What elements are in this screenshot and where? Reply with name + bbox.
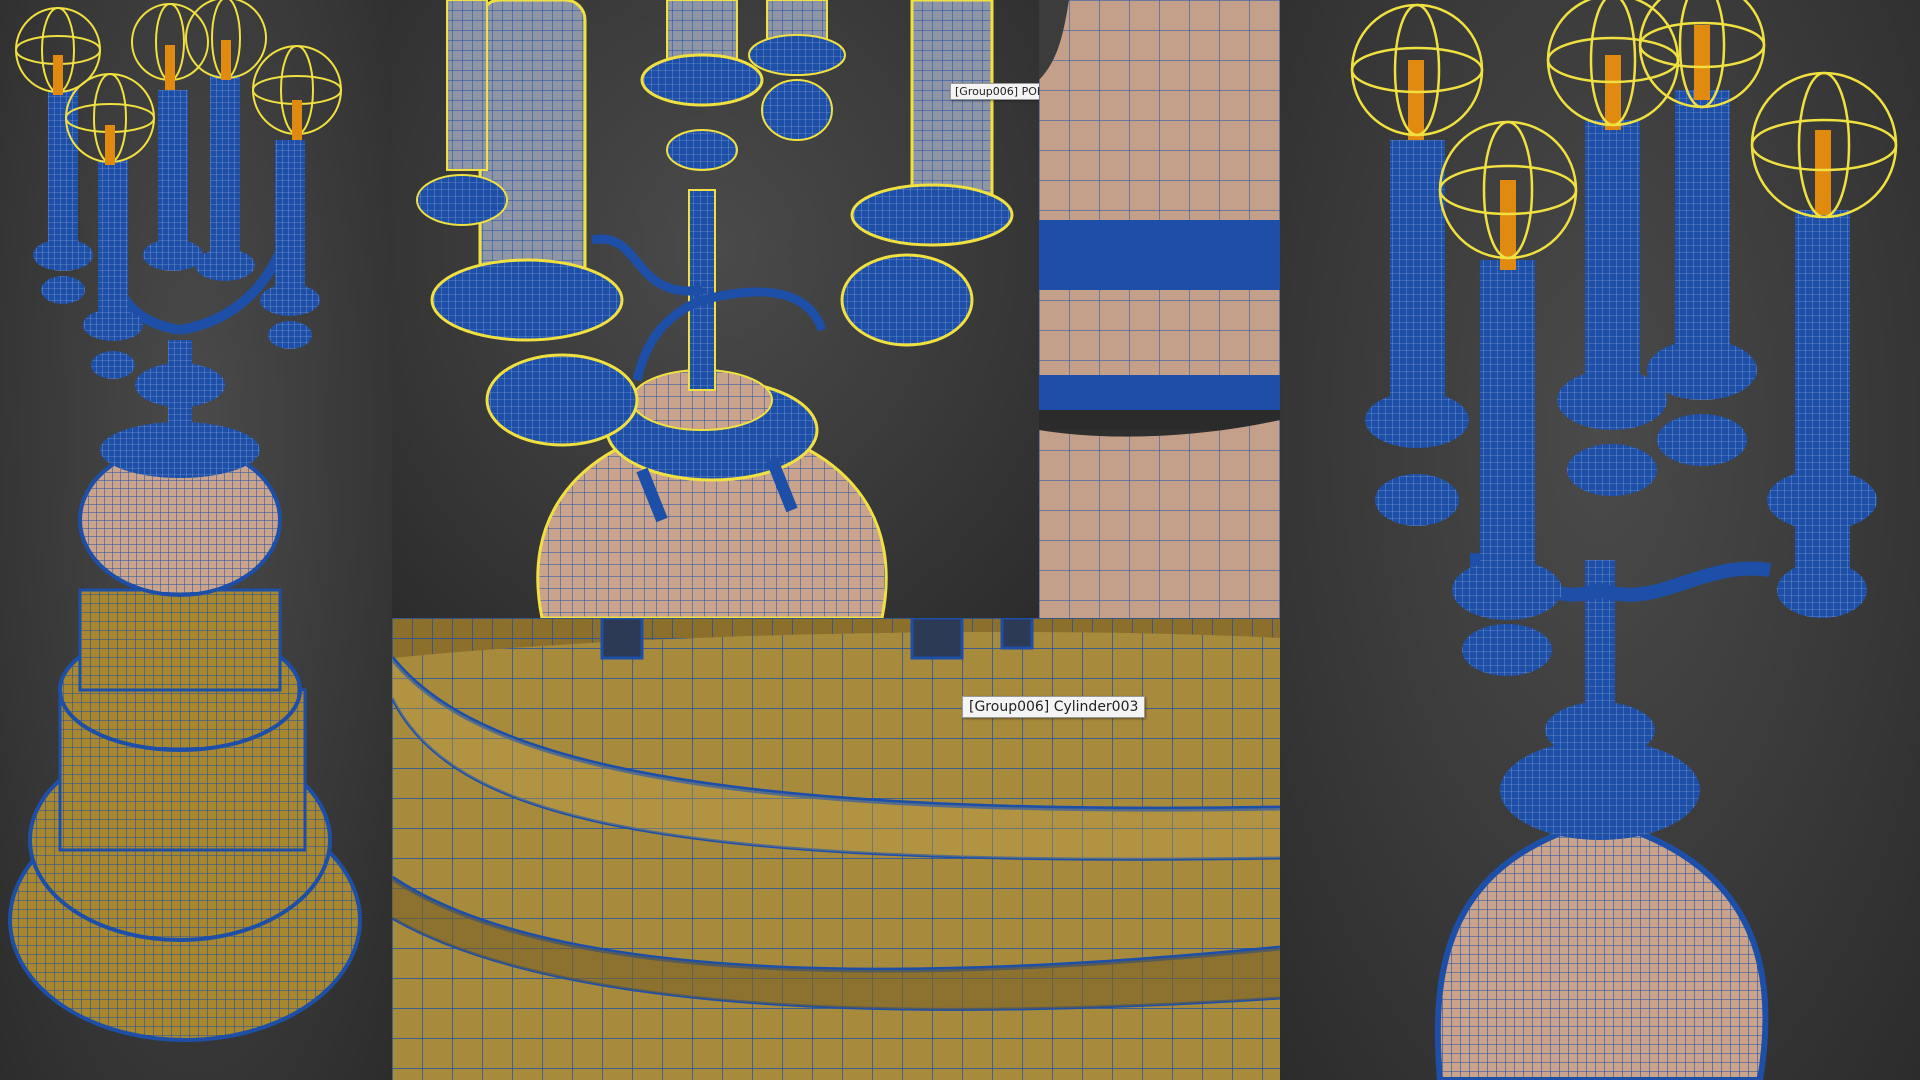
- object-tooltip: [Group006] PODS: [950, 83, 1039, 100]
- object-tooltip-cylinder: [Group006] Cylinder003: [962, 696, 1146, 718]
- base-closeup-render: [1039, 0, 1280, 618]
- viewport-bottom-center[interactable]: [Group006] Cylinder003: [392, 618, 1280, 1080]
- candelabra-wireframe-right: [1350, 0, 1898, 1080]
- candelabra-wireframe-left: [8, 0, 362, 1042]
- viewport-right[interactable]: [1280, 0, 1920, 1080]
- candelabra-closeup-wireframe: [416, 0, 1014, 618]
- viewport-top-center[interactable]: [Group006] PODS: [392, 0, 1039, 618]
- viewport-top-right[interactable]: [1039, 0, 1280, 618]
- viewport-left[interactable]: [0, 0, 392, 1080]
- viewport-collage: [Group006] PODS: [0, 0, 1920, 1080]
- base-closeup-gold-wireframe: [392, 618, 1280, 1080]
